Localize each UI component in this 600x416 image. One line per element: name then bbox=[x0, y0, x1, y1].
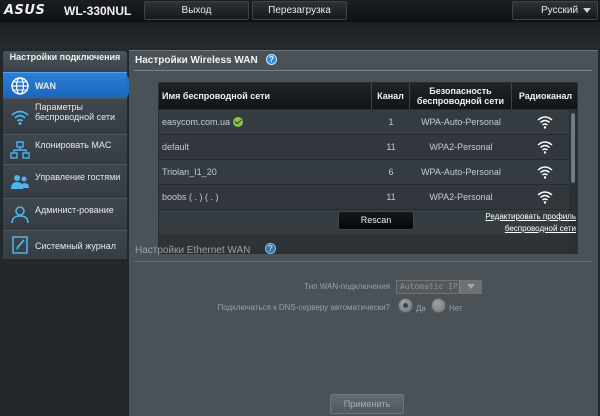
wan-type-select[interactable]: Automatic IP bbox=[396, 280, 482, 294]
apply-button[interactable]: Применить bbox=[330, 394, 404, 414]
sidebar-item-wan[interactable]: WAN bbox=[3, 72, 133, 99]
wifi-icon bbox=[11, 110, 29, 125]
table-row[interactable]: boobs ( . ) ( . ) 11 WPA2-Personal bbox=[159, 184, 577, 209]
sidebar-item-guest[interactable]: Управление гостями bbox=[3, 164, 127, 198]
signal-strength-icon bbox=[537, 166, 553, 179]
sidebar-item-label: Клонировать MAC bbox=[35, 140, 112, 150]
sidebar-header: Настройки подключения bbox=[3, 51, 127, 72]
globe-icon bbox=[11, 77, 29, 95]
column-security: Безопасность беспроводной сети bbox=[410, 83, 512, 109]
signal-strength-icon bbox=[537, 191, 553, 204]
section-divider bbox=[134, 70, 592, 71]
rescan-button[interactable]: Rescan bbox=[338, 211, 414, 230]
chevron-down-icon bbox=[459, 281, 481, 293]
dns-no-radio[interactable] bbox=[431, 298, 446, 313]
scrollbar-thumb[interactable] bbox=[571, 113, 575, 183]
network-channel: 1 bbox=[388, 117, 394, 127]
top-bar: ASUS WL-330NUL Выход Перезагрузка Русски… bbox=[0, 0, 600, 22]
sidebar-item-label: Админист-рование bbox=[35, 205, 114, 215]
dns-auto-label: Подключаться к DNS-серверу автоматически… bbox=[217, 303, 390, 312]
header-band bbox=[0, 22, 600, 48]
network-channel: 11 bbox=[386, 192, 396, 202]
network-ssid: default bbox=[162, 142, 190, 152]
users-icon bbox=[11, 175, 29, 189]
column-signal: Радиоканал bbox=[518, 91, 573, 101]
sidebar-item-clone-mac[interactable]: Клонировать MAC bbox=[3, 134, 127, 164]
network-security: WPA-Auto-Personal bbox=[421, 167, 501, 177]
sidebar-item-label: WAN bbox=[35, 81, 56, 91]
network-channel: 11 bbox=[386, 142, 396, 152]
ethernet-wan-title: Настройки Ethernet WAN bbox=[135, 245, 251, 256]
section-divider bbox=[134, 261, 592, 262]
signal-strength-icon bbox=[537, 141, 553, 154]
column-ssid: Имя беспроводной сети bbox=[159, 83, 372, 109]
table-header: Имя беспроводной сети Канал Безопасность… bbox=[159, 83, 577, 109]
network-ssid: Triolan_I1_20 bbox=[162, 167, 217, 177]
wireless-wan-title: Настройки Wireless WAN bbox=[135, 55, 258, 66]
help-icon[interactable]: ? bbox=[266, 54, 277, 65]
network-ssid: boobs ( . ) ( . ) bbox=[162, 192, 219, 202]
table-row[interactable]: easycom.com.ua 1 WPA-Auto-Personal bbox=[159, 109, 577, 134]
edit-profile-link[interactable]: Редактировать профиль беспроводной сети bbox=[449, 211, 576, 235]
dns-no-label: Нет bbox=[449, 304, 463, 313]
table-row[interactable]: Triolan_I1_20 6 WPA-Auto-Personal bbox=[159, 159, 577, 184]
log-icon bbox=[12, 236, 28, 254]
main-panel: Настройки Wireless WAN ? Имя беспроводно… bbox=[129, 50, 598, 416]
sidebar-item-wireless[interactable]: Параметры беспроводной сети bbox=[3, 98, 127, 134]
network-icon bbox=[10, 141, 30, 159]
wan-type-value: Automatic IP bbox=[400, 282, 458, 291]
network-security: WPA2-Personal bbox=[429, 142, 493, 152]
network-channel: 6 bbox=[388, 167, 394, 177]
wan-type-label: Тип WAN-подключения bbox=[304, 282, 390, 291]
sidebar: Настройки подключения WAN Параметры бесп… bbox=[3, 51, 133, 259]
sidebar-item-syslog[interactable]: Системный журнал bbox=[3, 230, 127, 259]
sidebar-item-admin[interactable]: Админист-рование bbox=[3, 198, 127, 230]
model-name: WL-330NUL bbox=[64, 4, 132, 18]
table-row[interactable]: default 11 WPA2-Personal bbox=[159, 134, 577, 159]
dns-yes-label: Да bbox=[416, 304, 426, 313]
dns-yes-radio[interactable] bbox=[398, 298, 413, 313]
network-security: WPA-Auto-Personal bbox=[421, 117, 501, 127]
connected-check-icon bbox=[233, 117, 244, 127]
network-ssid: easycom.com.ua bbox=[162, 117, 231, 127]
network-security: WPA2-Personal bbox=[429, 192, 493, 202]
asus-logo: ASUS bbox=[4, 3, 46, 18]
sidebar-item-label: Системный журнал bbox=[35, 241, 116, 251]
reboot-button[interactable]: Перезагрузка bbox=[252, 1, 347, 20]
language-value: Русский bbox=[541, 5, 579, 16]
logout-button[interactable]: Выход bbox=[144, 1, 249, 20]
column-channel: Канал bbox=[372, 83, 410, 109]
sidebar-item-label: Управление гостями bbox=[35, 172, 121, 182]
language-select[interactable]: Русский bbox=[512, 1, 598, 20]
admin-icon bbox=[11, 206, 29, 224]
sidebar-item-label: Параметры беспроводной сети bbox=[35, 102, 116, 122]
signal-strength-icon bbox=[537, 116, 553, 129]
chevron-down-icon bbox=[583, 8, 591, 13]
help-icon[interactable]: ? bbox=[265, 243, 276, 254]
